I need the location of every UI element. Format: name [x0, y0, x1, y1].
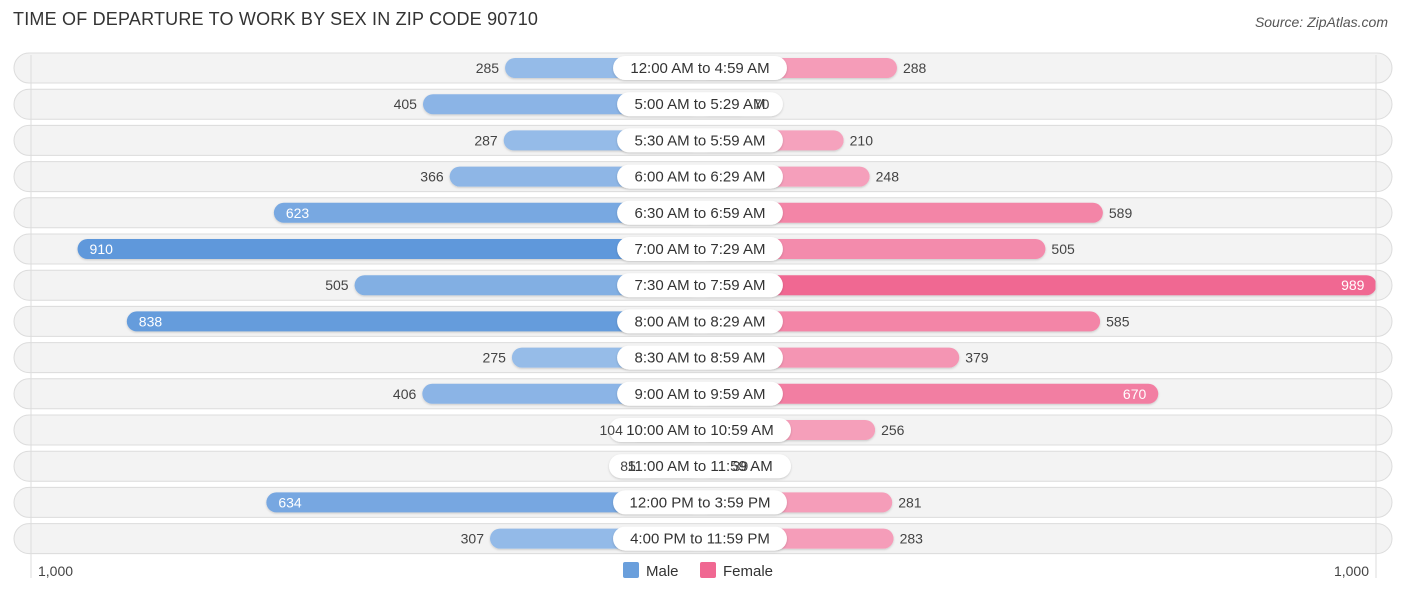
category-label: 6:00 AM to 6:29 AM: [635, 169, 766, 186]
category-label: 8:30 AM to 8:59 AM: [635, 350, 766, 367]
female-value-label: 281: [898, 494, 922, 510]
category-label: 7:30 AM to 7:59 AM: [635, 277, 766, 294]
row-3: 6:00 AM to 6:29 AM 366 248: [13, 161, 1393, 193]
male-value-label: 406: [393, 386, 417, 402]
row-1: 5:00 AM to 5:29 AM 405 70: [13, 88, 1393, 120]
male-value-label: 623: [286, 205, 310, 221]
category-label: 9:00 AM to 9:59 AM: [635, 386, 766, 403]
axis-label-right: 1,000: [1334, 563, 1369, 579]
male-value-label: 838: [139, 313, 163, 329]
category-label: 4:00 PM to 11:59 PM: [630, 531, 770, 548]
row-6: 7:30 AM to 7:59 AM 505 989: [13, 269, 1393, 301]
axis-label-left: 1,000: [38, 563, 73, 579]
female-bar: [700, 275, 1377, 296]
male-value-label: 307: [461, 531, 485, 547]
male-value-label: 405: [394, 96, 418, 112]
male-value-label: 287: [474, 132, 498, 148]
female-value-label: 39: [733, 458, 749, 474]
male-value-label: 275: [483, 350, 507, 366]
female-value-label: 256: [881, 422, 905, 438]
row-10: 10:00 AM to 10:59 AM104 256: [13, 414, 1393, 446]
row-11: 11:00 AM to 11:59 AM85 39: [13, 450, 1393, 482]
female-value-label: 589: [1109, 205, 1133, 221]
male-value-label: 104: [600, 422, 624, 438]
chart-container: TIME OF DEPARTURE TO WORK BY SEX IN ZIP …: [0, 0, 1406, 595]
row-5: 7:00 AM to 7:29 AM 910 505: [13, 233, 1393, 265]
legend-label-male: Male: [646, 563, 679, 580]
male-bar: [77, 239, 700, 259]
male-value-label: 505: [325, 277, 349, 293]
row-9: 9:00 AM to 9:59 AM 406 670: [13, 378, 1393, 410]
category-label: 7:00 AM to 7:29 AM: [635, 241, 766, 258]
category-label: 12:00 AM to 4:59 AM: [630, 60, 769, 77]
legend-swatch-male: [623, 562, 639, 578]
row-13: 4:00 PM to 11:59 PM 307 283: [13, 523, 1393, 555]
category-label: 10:00 AM to 10:59 AM: [626, 422, 774, 439]
row-8: 8:30 AM to 8:59 AM 275 379: [13, 342, 1393, 374]
category-label: 12:00 PM to 3:59 PM: [630, 494, 771, 511]
category-label: 8:00 AM to 8:29 AM: [635, 313, 766, 330]
female-value-label: 505: [1051, 241, 1075, 257]
male-bar: [126, 311, 701, 332]
legend-label-female: Female: [723, 563, 773, 580]
female-value-label: 379: [965, 350, 989, 366]
female-value-label: 283: [900, 531, 924, 547]
female-value-label: 288: [903, 60, 927, 76]
female-value-label: 670: [1123, 386, 1147, 402]
female-value-label: 210: [850, 132, 874, 148]
male-value-label: 634: [278, 494, 302, 510]
legend-swatch-female: [700, 562, 716, 578]
category-label: 5:30 AM to 5:59 AM: [635, 132, 766, 149]
male-value-label: 910: [90, 241, 114, 257]
male-value-label: 285: [476, 60, 500, 76]
category-label: 11:00 AM to 11:59 AM: [627, 458, 772, 475]
row-2: 5:30 AM to 5:59 AM 287 210: [13, 124, 1393, 156]
female-value-label: 989: [1341, 277, 1365, 293]
row-4: 6:30 AM to 6:59 AM 623 589: [13, 197, 1393, 229]
female-value-label: 248: [876, 169, 900, 185]
male-value-label: 85: [620, 458, 636, 474]
female-value-label: 585: [1106, 313, 1130, 329]
category-label: 5:00 AM to 5:29 AM: [635, 96, 766, 113]
chart-svg: 12:00 AM to 4:59 AM 285 288 5:00 AM to 5:29…: [13, 52, 1393, 580]
male-value-label: 366: [420, 169, 444, 185]
row-12: 12:00 PM to 3:59 PM 634 281: [13, 486, 1393, 518]
category-label: 6:30 AM to 6:59 AM: [635, 205, 766, 222]
row-0: 12:00 AM to 4:59 AM 285 288: [13, 52, 1393, 84]
row-7: 8:00 AM to 8:29 AM 838 585: [13, 305, 1393, 337]
female-value-label: 70: [754, 96, 770, 112]
